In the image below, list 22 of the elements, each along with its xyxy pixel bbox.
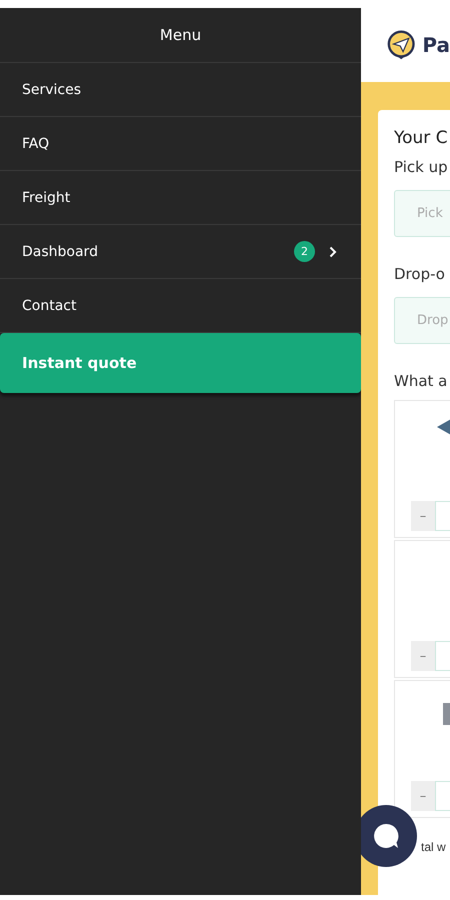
item-card[interactable]: – <box>394 680 450 818</box>
field-label: Pick up <box>394 158 449 176</box>
instant-quote-button[interactable]: Instant quote <box>0 333 361 393</box>
parcel-icon <box>443 703 450 725</box>
minus-button[interactable]: – <box>411 501 435 531</box>
field-label: Drop-o <box>394 265 446 283</box>
minus-button[interactable]: – <box>411 781 435 811</box>
logo-icon <box>386 29 416 61</box>
chat-icon <box>371 821 401 851</box>
minus-button[interactable]: – <box>411 641 435 671</box>
footer-label: tal w <box>420 840 447 854</box>
item-card[interactable]: – <box>394 400 450 538</box>
count-badge: 2 <box>294 241 315 262</box>
form-title: Your C <box>394 128 449 148</box>
menu-item[interactable]: Dashboard 2 <box>0 225 361 279</box>
diamond-icon <box>437 419 450 435</box>
brand-name: Pa <box>422 33 450 57</box>
menu-item-label: Dashboard <box>22 244 99 260</box>
item-card[interactable]: – <box>394 540 450 678</box>
address-field[interactable]: Drop <box>394 297 450 344</box>
address-field[interactable]: Pick <box>394 190 450 237</box>
question-label: What a <box>394 372 448 390</box>
